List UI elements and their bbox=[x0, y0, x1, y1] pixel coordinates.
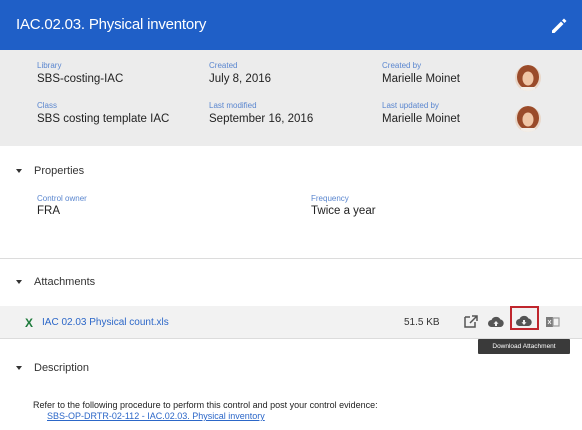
modified-field: Last modified September 16, 2016 bbox=[209, 101, 313, 125]
control-owner-label: Control owner bbox=[37, 194, 87, 203]
created-by-value: Marielle Moinet bbox=[382, 73, 460, 85]
library-field: Library SBS-costing-IAC bbox=[37, 61, 123, 85]
library-value: SBS-costing-IAC bbox=[37, 73, 124, 85]
avatar[interactable] bbox=[515, 65, 541, 91]
upload-button[interactable] bbox=[487, 314, 505, 330]
properties-heading: Properties bbox=[34, 165, 85, 177]
attachments-toggle[interactable]: Attachments bbox=[16, 276, 95, 288]
office-icon bbox=[546, 317, 560, 327]
office-online-button[interactable] bbox=[544, 314, 562, 330]
class-field: Class SBS costing template IAC bbox=[37, 101, 169, 125]
excel-icon: X bbox=[25, 316, 34, 330]
open-external-button[interactable] bbox=[462, 314, 480, 330]
updated-by-value: Marielle Moinet bbox=[382, 113, 460, 125]
created-field: Created July 8, 2016 bbox=[209, 61, 271, 85]
created-label: Created bbox=[209, 61, 238, 70]
header-bar: IAC.02.03. Physical inventory bbox=[0, 0, 582, 50]
modified-value: September 16, 2016 bbox=[209, 113, 314, 125]
control-owner-value: FRA bbox=[37, 205, 60, 217]
download-tooltip: Download Attachment bbox=[478, 339, 570, 354]
file-size: 51.5 KB bbox=[404, 317, 440, 328]
class-value: SBS costing template IAC bbox=[37, 113, 170, 125]
attachment-row: X IAC 02.03 Physical count.xls 51.5 KB bbox=[0, 306, 582, 338]
frequency-label: Frequency bbox=[311, 194, 349, 203]
updated-by-label: Last updated by bbox=[382, 101, 439, 110]
created-by-field: Created by Marielle Moinet bbox=[382, 61, 460, 85]
divider bbox=[0, 258, 582, 259]
description-text: Refer to the following procedure to perf… bbox=[33, 400, 378, 410]
updated-by-field: Last updated by Marielle Moinet bbox=[382, 101, 460, 125]
avatar[interactable] bbox=[515, 106, 541, 132]
divider bbox=[0, 338, 582, 339]
class-label: Class bbox=[37, 101, 58, 110]
description-toggle[interactable]: Description bbox=[16, 362, 89, 374]
open-external-icon bbox=[464, 315, 478, 328]
cloud-upload-icon bbox=[488, 316, 504, 327]
created-by-label: Created by bbox=[382, 61, 422, 70]
edit-button[interactable] bbox=[548, 14, 570, 36]
metadata-panel: Library SBS-costing-IAC Created July 8, … bbox=[0, 50, 582, 146]
caret-down-icon bbox=[16, 366, 22, 370]
properties-toggle[interactable]: Properties bbox=[16, 165, 84, 177]
attachments-heading: Attachments bbox=[34, 276, 96, 288]
caret-down-icon bbox=[16, 280, 22, 284]
library-label: Library bbox=[37, 61, 62, 70]
page-title: IAC.02.03. Physical inventory bbox=[16, 16, 207, 33]
download-highlight bbox=[510, 306, 539, 330]
procedure-link[interactable]: SBS-OP-DRTR-02-112 - IAC.02.03. Physical… bbox=[47, 411, 265, 421]
created-value: July 8, 2016 bbox=[209, 73, 272, 85]
caret-down-icon bbox=[16, 169, 22, 173]
description-heading: Description bbox=[34, 362, 90, 374]
pencil-icon bbox=[552, 18, 567, 33]
modified-label: Last modified bbox=[209, 101, 257, 110]
attachment-link[interactable]: IAC 02.03 Physical count.xls bbox=[42, 317, 169, 328]
frequency-value: Twice a year bbox=[311, 205, 376, 217]
